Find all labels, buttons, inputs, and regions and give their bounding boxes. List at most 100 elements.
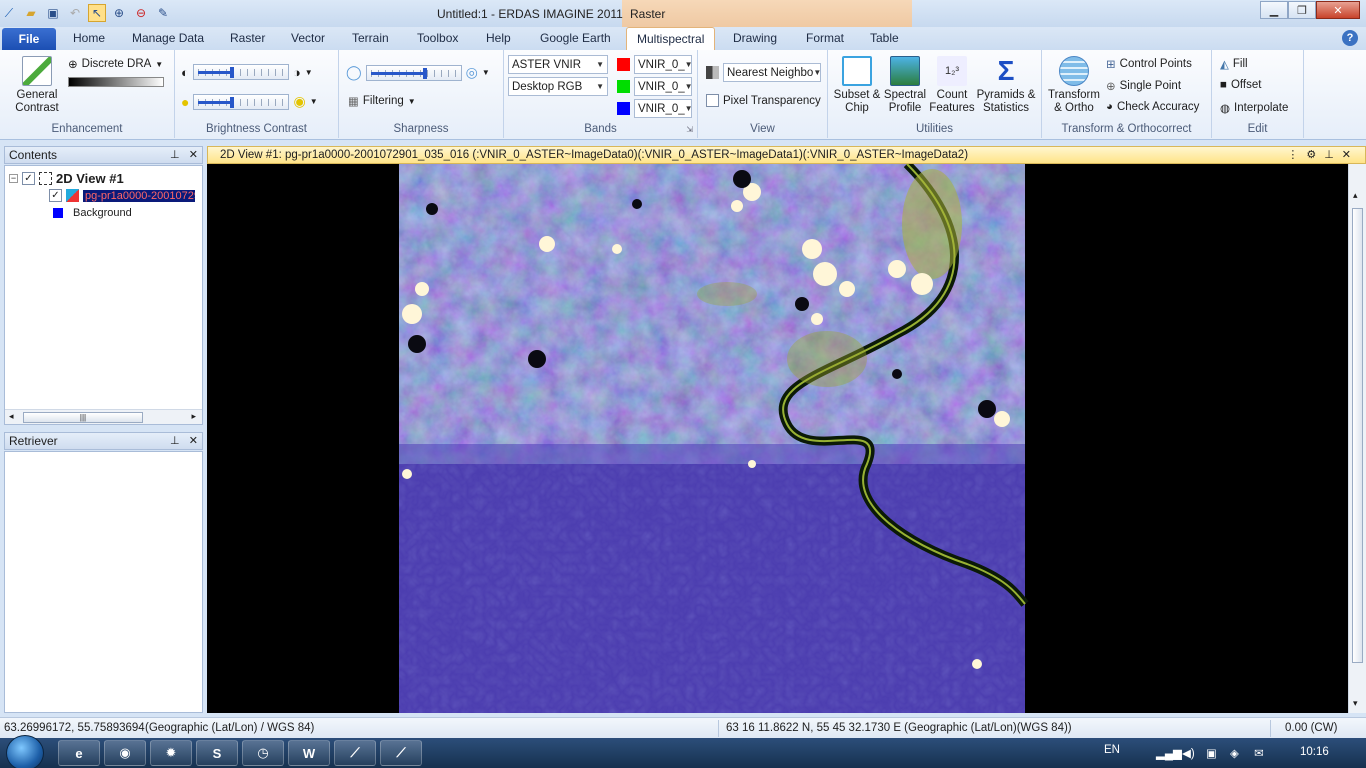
undo-icon[interactable]: ↶ bbox=[66, 4, 84, 22]
contrast-low-icon[interactable]: ◐ bbox=[181, 65, 189, 80]
scrollbar-thumb[interactable]: ||| bbox=[23, 412, 143, 423]
tab-help[interactable]: Help bbox=[486, 31, 511, 45]
close-icon[interactable]: ✕ bbox=[189, 149, 198, 161]
sharpness-low-icon[interactable]: ◯ bbox=[346, 64, 362, 81]
control-points-button[interactable]: ⊞ Control Points bbox=[1106, 57, 1192, 71]
pyramids-statistics-button[interactable]: Σ Pyramids & Statistics bbox=[976, 56, 1036, 115]
close-button[interactable]: ✕ bbox=[1316, 1, 1360, 19]
tab-vector[interactable]: Vector bbox=[291, 31, 325, 45]
scroll-up-icon[interactable]: ▴ bbox=[1353, 190, 1358, 201]
fill-button[interactable]: ◭ Fill bbox=[1220, 57, 1248, 71]
close-icon[interactable]: ✕ bbox=[1342, 149, 1359, 161]
contrast-high-icon[interactable]: ◑ bbox=[293, 65, 301, 80]
zoom-in-icon[interactable]: ⊕ bbox=[110, 4, 128, 22]
save-icon[interactable]: ▣ bbox=[44, 4, 62, 22]
eraser-icon[interactable]: ✎ bbox=[154, 4, 172, 22]
chevron-down-icon[interactable]: ▼ bbox=[482, 68, 490, 77]
help-icon[interactable]: ? bbox=[1342, 30, 1358, 46]
tab-manage-data[interactable]: Manage Data bbox=[132, 31, 204, 45]
tab-raster[interactable]: Raster bbox=[230, 31, 265, 45]
settings-app-icon[interactable]: ✹ bbox=[150, 740, 192, 766]
zoom-out-icon[interactable]: ⊖ bbox=[132, 4, 150, 22]
filtering-button[interactable]: ▦ Filtering ▼ bbox=[348, 94, 416, 108]
network-icon[interactable]: ▂▄▆ bbox=[1156, 746, 1182, 760]
offset-button[interactable]: ■ Offset bbox=[1220, 79, 1261, 91]
resample-select[interactable]: Nearest Neighbo ▼ bbox=[723, 63, 821, 82]
tab-toolbox[interactable]: Toolbox bbox=[417, 31, 458, 45]
chevron-down-icon[interactable]: ▼ bbox=[305, 68, 313, 77]
sharpness-high-icon[interactable]: ◎ bbox=[466, 64, 478, 81]
viewer-tools-icon[interactable]: ⚙ bbox=[1306, 149, 1324, 161]
pin-icon[interactable]: ⊥ bbox=[170, 435, 180, 447]
green-band-select[interactable]: VNIR_0_ ▼ bbox=[634, 77, 693, 96]
tree-node-layer[interactable]: ✓ pg-pr1a0000-20010729 bbox=[49, 189, 195, 202]
maximize-button[interactable]: ❐ bbox=[1288, 1, 1316, 19]
clock-app-icon[interactable]: ◷ bbox=[242, 740, 284, 766]
general-contrast-button[interactable]: General Contrast bbox=[8, 56, 66, 115]
transform-ortho-button[interactable]: Transform & Ortho bbox=[1046, 56, 1102, 115]
count-features-button[interactable]: 1₂³ Count Features bbox=[928, 56, 976, 115]
chevron-down-icon[interactable]: ▼ bbox=[310, 97, 318, 106]
tab-multispectral[interactable]: Multispectral bbox=[626, 27, 716, 51]
viewer-vertical-scrollbar[interactable]: ▴ ▾ bbox=[1348, 164, 1366, 713]
tab-drawing[interactable]: Drawing bbox=[733, 31, 777, 45]
minimize-button[interactable]: ▁ bbox=[1260, 1, 1288, 19]
scroll-left-icon[interactable]: ◂ bbox=[9, 411, 14, 422]
tab-home[interactable]: Home bbox=[73, 31, 105, 45]
dialog-launcher-icon[interactable]: ⇲ bbox=[686, 125, 693, 134]
view-visible-checkbox[interactable]: ✓ bbox=[22, 172, 35, 185]
tab-table[interactable]: Table bbox=[870, 31, 899, 45]
app-logo-icon[interactable]: ⟋ bbox=[0, 4, 18, 22]
tree-node-background[interactable]: Background bbox=[53, 207, 132, 219]
sharpness-slider[interactable] bbox=[365, 64, 462, 81]
layer-visible-checkbox[interactable]: ✓ bbox=[49, 189, 62, 202]
open-folder-icon[interactable]: ▰ bbox=[22, 4, 40, 22]
check-accuracy-button[interactable]: ◕ Check Accuracy bbox=[1106, 101, 1199, 113]
interpolate-button[interactable]: ◍ Interpolate bbox=[1220, 101, 1288, 115]
spectral-profile-button[interactable]: Spectral Profile bbox=[880, 56, 930, 115]
clock-time[interactable]: 10:16 bbox=[1300, 746, 1329, 758]
tree-node-2d-view[interactable]: − ✓ 2D View #1 bbox=[9, 171, 124, 186]
tab-google-earth[interactable]: Google Earth bbox=[540, 31, 611, 45]
blue-band-select[interactable]: VNIR_0_ ▼ bbox=[634, 99, 693, 118]
tab-format[interactable]: Format bbox=[806, 31, 844, 45]
tray-app-icon[interactable]: ✉ bbox=[1254, 746, 1264, 760]
sensor-select[interactable]: ASTER VNIR ▼ bbox=[508, 55, 608, 74]
contrast-slider[interactable] bbox=[192, 64, 289, 80]
brightness-low-icon[interactable]: ● bbox=[181, 94, 189, 110]
pin-icon[interactable]: ⊥ bbox=[170, 149, 180, 161]
contents-horizontal-scrollbar[interactable]: ◂ ||| ▸ bbox=[5, 409, 202, 424]
skype-icon[interactable]: S bbox=[196, 740, 238, 766]
discrete-dra-button[interactable]: ⊕ Discrete DRA ▼ bbox=[68, 57, 163, 71]
brightness-slider[interactable] bbox=[193, 93, 290, 110]
language-indicator[interactable]: EN bbox=[1104, 744, 1120, 756]
collapse-icon[interactable]: − bbox=[9, 174, 18, 183]
subset-chip-button[interactable]: Subset & Chip bbox=[832, 56, 882, 115]
satellite-image[interactable] bbox=[207, 164, 1348, 713]
pixel-transparency-checkbox[interactable] bbox=[706, 94, 719, 107]
start-button[interactable] bbox=[6, 735, 44, 768]
tray-app-icon[interactable]: ▣ bbox=[1206, 746, 1217, 760]
pin-icon[interactable]: ⊥ bbox=[1324, 149, 1342, 161]
tab-file[interactable]: File bbox=[2, 28, 56, 50]
scroll-down-icon[interactable]: ▾ bbox=[1353, 698, 1358, 709]
select-pointer-icon[interactable]: ↖ bbox=[88, 4, 106, 22]
tray-app-icon[interactable]: ◈ bbox=[1230, 746, 1239, 760]
single-point-button[interactable]: ⊕ Single Point bbox=[1106, 79, 1181, 93]
pixel-transparency-toggle[interactable]: Pixel Transparency bbox=[706, 94, 821, 107]
band-combination-select[interactable]: Desktop RGB ▼ bbox=[508, 77, 608, 96]
chrome-icon[interactable]: ◉ bbox=[104, 740, 146, 766]
scroll-right-icon[interactable]: ▸ bbox=[191, 411, 196, 422]
internet-explorer-icon[interactable]: e bbox=[58, 740, 100, 766]
brightness-high-icon[interactable]: ◉ bbox=[293, 93, 305, 110]
red-band-select[interactable]: VNIR_0_ ▼ bbox=[634, 55, 693, 74]
close-icon[interactable]: ✕ bbox=[189, 435, 198, 447]
tab-terrain[interactable]: Terrain bbox=[352, 31, 389, 45]
erdas-taskbar-icon[interactable]: ⟋ bbox=[334, 740, 376, 766]
map-viewer[interactable] bbox=[207, 164, 1348, 713]
viewer-menu-icon[interactable]: ⋮ bbox=[1287, 149, 1306, 161]
erdas-second-taskbar-icon[interactable]: ⟋ bbox=[380, 740, 422, 766]
word-icon[interactable]: W bbox=[288, 740, 330, 766]
volume-icon[interactable]: ◀) bbox=[1182, 746, 1195, 760]
scrollbar-thumb[interactable] bbox=[1352, 208, 1363, 663]
